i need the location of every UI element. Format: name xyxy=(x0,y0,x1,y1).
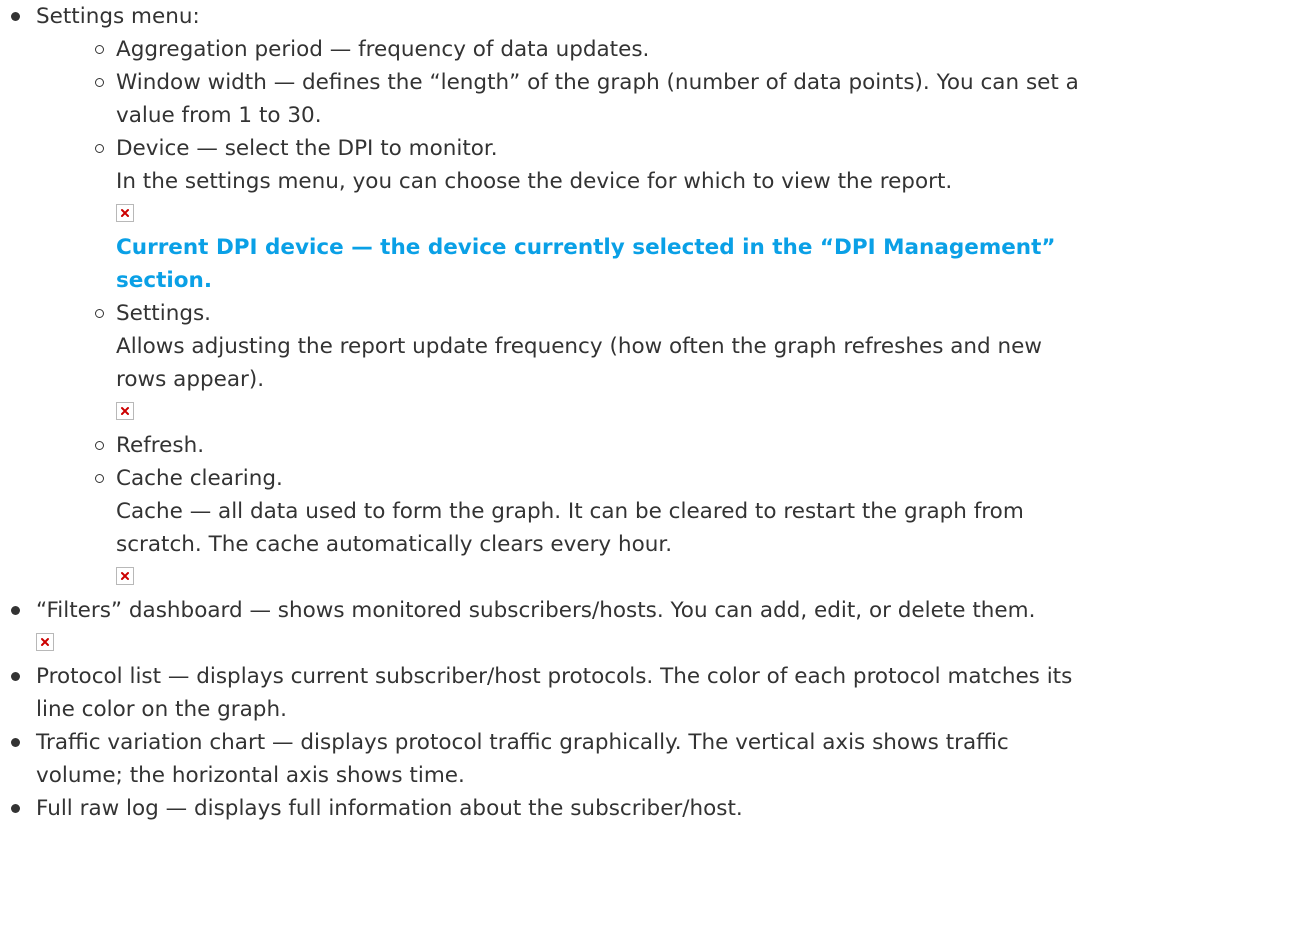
sublist-item-text-line: Window width — defines the “length” of t… xyxy=(116,70,1079,95)
sublist-item-aggregation-period: Aggregation period — frequency of data u… xyxy=(80,33,1303,66)
list-item-label: Settings menu: xyxy=(36,4,200,29)
sublist-item-text: Aggregation period — frequency of data u… xyxy=(116,37,650,62)
settings-screenshot-placeholder xyxy=(116,396,1303,429)
sublist-item-text: Refresh. xyxy=(116,433,205,458)
note-line: Current DPI device — the device currentl… xyxy=(116,235,1056,260)
list-item-full-raw-log: Full raw log — displays full information… xyxy=(0,792,1303,825)
bullet-circle-icon xyxy=(95,441,104,450)
broken-image-icon xyxy=(116,402,134,420)
bullet-circle-icon xyxy=(95,309,104,318)
sublist-item-description-line: scratch. The cache automatically clears … xyxy=(116,532,673,557)
list-item-text-line: Traffic variation chart — displays proto… xyxy=(36,730,1009,755)
list-item-protocol-list: Protocol list — displays current subscri… xyxy=(0,660,1303,726)
cache-screenshot-placeholder xyxy=(116,561,1303,594)
list-item-traffic-variation-chart: Traffic variation chart — displays proto… xyxy=(0,726,1303,792)
device-screenshot-placeholder xyxy=(116,198,1303,231)
note-line: section. xyxy=(116,268,213,293)
broken-image-icon xyxy=(36,633,54,651)
sublist-item-description-line: rows appear). xyxy=(116,367,265,392)
document-body: Settings menu: Aggregation period — freq… xyxy=(0,0,1303,825)
sublist-item-description-line: Cache — all data used to form the graph.… xyxy=(116,499,1024,524)
broken-image-icon xyxy=(116,204,134,222)
sublist-item-text-line: value from 1 to 30. xyxy=(116,103,322,128)
sublist-item-refresh: Refresh. xyxy=(80,429,1303,462)
list-item-settings-menu: Settings menu: Aggregation period — freq… xyxy=(0,0,1303,594)
sublist-item-text: Cache clearing. xyxy=(116,466,283,491)
bullet-circle-icon xyxy=(95,45,104,54)
sublist-item-description-line: Allows adjusting the report update frequ… xyxy=(116,334,1042,359)
filters-screenshot-placeholder xyxy=(36,627,1303,660)
list-item-text-line: Protocol list — displays current subscri… xyxy=(36,664,1073,689)
sublist-item-device: Device — select the DPI to monitor. In t… xyxy=(80,132,1303,297)
sublist-item-text: Settings. xyxy=(116,301,212,326)
bullet-disc-icon xyxy=(11,738,20,747)
list-item-filters-dashboard: “Filters” dashboard — shows monitored su… xyxy=(0,594,1303,660)
sublist-item-window-width: Window width — defines the “length” of t… xyxy=(80,66,1303,132)
bullet-disc-icon xyxy=(11,804,20,813)
list-item-text-line: volume; the horizontal axis shows time. xyxy=(36,763,465,788)
sublist-item-description: In the settings menu, you can choose the… xyxy=(116,169,953,194)
sublist-item-text: Device — select the DPI to monitor. xyxy=(116,136,498,161)
bullet-circle-icon xyxy=(95,144,104,153)
list-item-label: “Filters” dashboard — shows monitored su… xyxy=(36,598,1036,623)
bullet-circle-icon xyxy=(95,474,104,483)
list-item-label: Full raw log — displays full information… xyxy=(36,796,743,821)
bullet-disc-icon xyxy=(11,12,20,21)
sublist-item-cache-clearing: Cache clearing. Cache — all data used to… xyxy=(80,462,1303,594)
list-item-text-line: line color on the graph. xyxy=(36,697,287,722)
bullet-disc-icon xyxy=(11,606,20,615)
bullet-circle-icon xyxy=(95,78,104,87)
broken-image-icon xyxy=(116,567,134,585)
bullet-disc-icon xyxy=(11,672,20,681)
sublist-item-settings: Settings. Allows adjusting the report up… xyxy=(80,297,1303,429)
